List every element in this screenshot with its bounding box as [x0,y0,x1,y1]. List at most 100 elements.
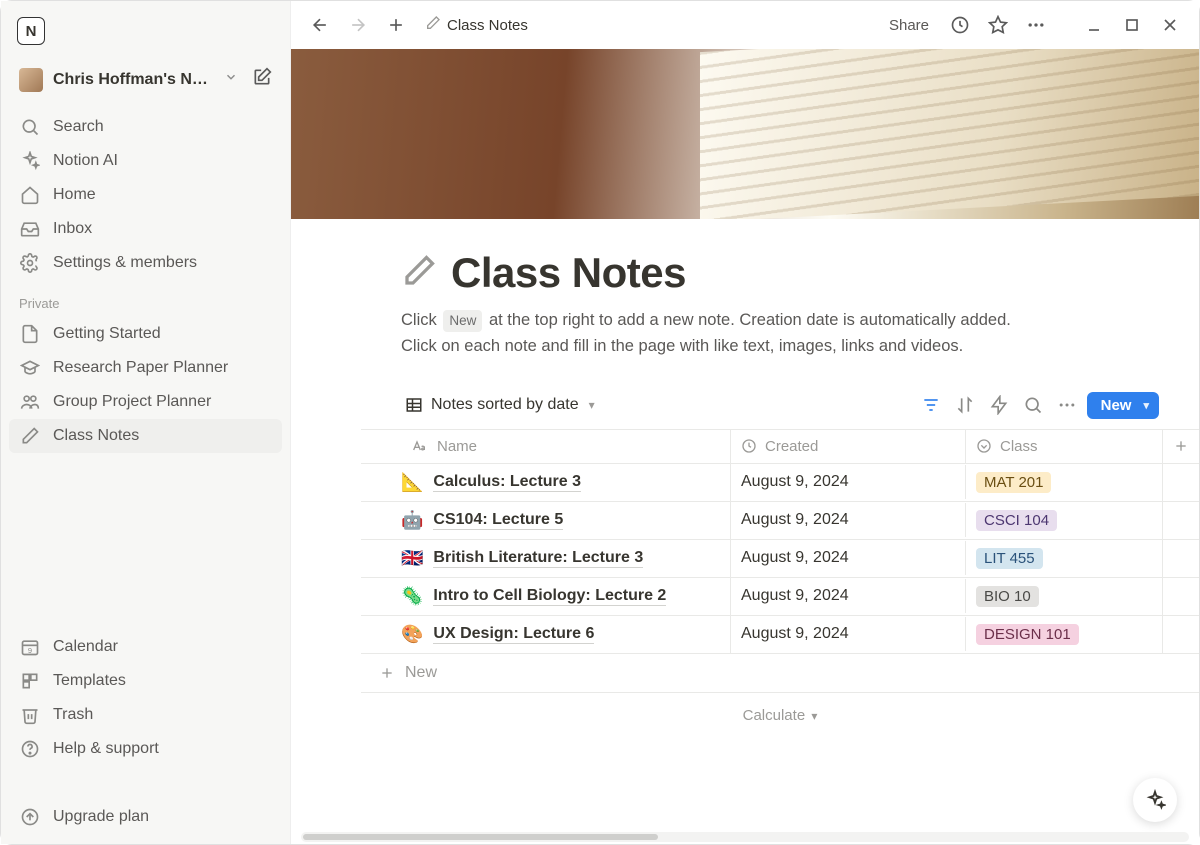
chevron-down-icon [224,70,238,89]
sidebar-page-research-planner[interactable]: Research Paper Planner [9,351,282,385]
chevron-down-icon: ▾ [589,398,595,412]
sparkle-icon [1144,789,1166,811]
search-icon[interactable] [1023,395,1043,415]
table-row[interactable]: 🤖CS104: Lecture 5August 9, 2024CSCI 104 [361,502,1199,540]
table-row[interactable]: 🦠Intro to Cell Biology: Lecture 2August … [361,578,1199,616]
cell-created[interactable]: August 9, 2024 [731,465,966,499]
cell-empty [1163,588,1199,604]
page-content: Class Notes Click New at the top right t… [291,219,1199,758]
sidebar-item-ai[interactable]: Notion AI [9,144,282,178]
share-button[interactable]: Share [881,13,937,38]
database-toolbar: Notes sorted by date ▾ New ▾ [401,388,1159,429]
cell-created[interactable]: August 9, 2024 [731,579,966,613]
new-tab-button[interactable] [381,10,411,40]
new-page-icon[interactable] [252,67,272,92]
favorite-button[interactable] [983,10,1013,40]
sidebar-item-label: Trash [53,706,93,724]
sort-icon[interactable] [955,395,975,415]
workspace-name: Chris Hoffman's N… [53,71,214,89]
pencil-icon [19,425,41,447]
sidebar-item-label: Notion AI [53,152,118,170]
sidebar-item-templates[interactable]: Templates [9,664,282,698]
add-column-button[interactable] [1163,430,1199,462]
sidebar-page-getting-started[interactable]: Getting Started [9,317,282,351]
cell-created[interactable]: August 9, 2024 [731,541,966,575]
back-button[interactable] [305,10,335,40]
filter-icon[interactable] [921,395,941,415]
cell-name[interactable]: 🦠Intro to Cell Biology: Lecture 2 [361,578,731,615]
automation-icon[interactable] [989,395,1009,415]
window-close-button[interactable] [1155,10,1185,40]
cell-class[interactable]: DESIGN 101 [966,616,1163,653]
home-icon [19,184,41,206]
svg-text:9: 9 [28,646,32,655]
cell-name[interactable]: 🎨UX Design: Lecture 6 [361,616,731,653]
kbd-new: New [443,310,482,332]
sidebar-item-help[interactable]: Help & support [9,732,282,766]
new-button[interactable]: New ▾ [1087,392,1159,419]
table-row[interactable]: 🎨UX Design: Lecture 6August 9, 2024DESIG… [361,616,1199,654]
calculate-row[interactable]: Calculate ▾ [401,693,1159,738]
sidebar-item-calendar[interactable]: 9 Calendar [9,630,282,664]
breadcrumb[interactable]: Class Notes [425,15,528,35]
sidebar-item-inbox[interactable]: Inbox [9,212,282,246]
sidebar-item-label: Group Project Planner [53,393,211,411]
cell-name[interactable]: 📐Calculus: Lecture 3 [361,464,731,501]
row-emoji: 🇬🇧 [401,548,423,569]
col-class[interactable]: Class [966,430,1163,463]
more-button[interactable] [1021,10,1051,40]
sidebar-item-home[interactable]: Home [9,178,282,212]
sidebar-item-label: Home [53,186,96,204]
row-title: Intro to Cell Biology: Lecture 2 [433,587,666,606]
cell-empty [1163,512,1199,528]
sidebar-item-label: Upgrade plan [53,808,149,826]
select-icon [976,438,992,454]
plus-icon [1173,438,1189,454]
view-tab[interactable]: Notes sorted by date ▾ [401,394,599,416]
sidebar-page-class-notes[interactable]: Class Notes [9,419,282,453]
window-maximize-button[interactable] [1117,10,1147,40]
sidebar-item-trash[interactable]: Trash [9,698,282,732]
horizontal-scrollbar[interactable] [301,832,1189,842]
table-row[interactable]: 🇬🇧British Literature: Lecture 3August 9,… [361,540,1199,578]
sidebar-page-group-planner[interactable]: Group Project Planner [9,385,282,419]
nav-main: Search Notion AI Home Inbox Settings & m… [1,108,290,282]
window-minimize-button[interactable] [1079,10,1109,40]
row-title: UX Design: Lecture 6 [433,625,594,644]
view-name: Notes sorted by date [431,396,579,414]
sidebar-item-search[interactable]: Search [9,110,282,144]
section-label-private: Private [1,282,290,315]
cell-class[interactable]: MAT 201 [966,464,1163,501]
cell-empty [1163,626,1199,642]
cell-created[interactable]: August 9, 2024 [731,503,966,537]
ai-fab-button[interactable] [1133,778,1177,822]
class-tag: BIO 10 [976,586,1039,607]
col-created[interactable]: Created [731,430,966,463]
updates-button[interactable] [945,10,975,40]
chevron-down-icon: ▾ [811,709,817,723]
cell-name[interactable]: 🇬🇧British Literature: Lecture 3 [361,540,731,577]
page-cover[interactable] [291,49,1199,219]
table-row[interactable]: 📐Calculus: Lecture 3August 9, 2024 MAT 20… [361,464,1199,502]
workspace-switcher[interactable]: Chris Hoffman's N… [5,61,286,98]
col-name[interactable]: Name [361,430,731,463]
page-title[interactable]: Class Notes [451,249,686,297]
chevron-down-icon: ▾ [1143,399,1149,412]
cell-name[interactable]: 🤖CS104: Lecture 5 [361,502,731,539]
add-row-button[interactable]: New [361,654,1199,693]
cell-class[interactable]: CSCI 104 [966,502,1163,539]
database-table: Name Created Class 📐Calculus: Lecture 3A… [361,429,1199,693]
page-description[interactable]: Click New at the top right to add a new … [401,307,1159,360]
forward-button[interactable] [343,10,373,40]
cell-created[interactable]: August 9, 2024 [731,617,966,651]
cell-class[interactable]: LIT 455 [966,540,1163,577]
more-icon[interactable] [1057,395,1077,415]
sidebar-item-upgrade[interactable]: Upgrade plan [9,800,282,834]
sidebar-item-label: Help & support [53,740,159,758]
sidebar-item-label: Class Notes [53,427,139,445]
class-tag: MAT 201 [976,472,1051,493]
cell-class[interactable]: BIO 10 [966,578,1163,615]
up-arrow-circle-icon [19,806,41,828]
pencil-icon[interactable] [401,253,437,294]
sidebar-item-settings[interactable]: Settings & members [9,246,282,280]
